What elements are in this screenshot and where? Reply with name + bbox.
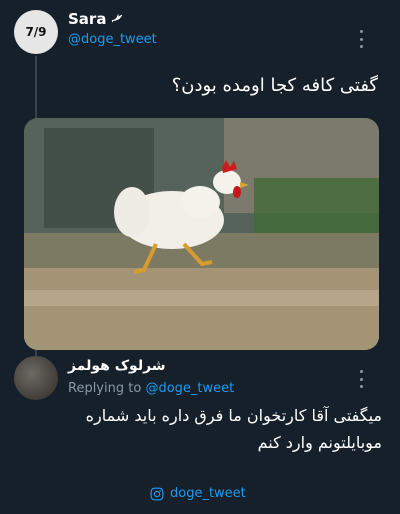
thread-counter: 7/9: [25, 25, 47, 39]
running-chicken-illustration: [24, 118, 379, 350]
instagram-footer[interactable]: doge_tweet: [150, 486, 246, 501]
tweet-more-options-icon[interactable]: [359, 30, 363, 48]
replying-to-label: Replying to: [68, 381, 146, 396]
tweet-display-name[interactable]: Sara: [68, 10, 106, 28]
instagram-icon: [150, 487, 164, 500]
tweet-media-image[interactable]: [24, 118, 379, 350]
tweet-text: گفتی کافه کجا اومده بودن؟: [171, 75, 378, 96]
reply-text: میگفتی آقا کارتخوان ما فرق داره باید شما…: [85, 406, 382, 452]
replying-to-mention[interactable]: @doge_tweet: [145, 381, 234, 396]
reply-more-options-icon[interactable]: [359, 370, 363, 388]
tweet-handle[interactable]: @doge_tweet: [68, 32, 157, 47]
tweet-author-row: Sara: [68, 10, 124, 28]
instagram-handle: doge_tweet: [170, 486, 246, 501]
reply-avatar[interactable]: [14, 356, 58, 400]
thread-counter-avatar[interactable]: 7/9: [14, 10, 58, 54]
reply-display-name[interactable]: شرلوک هولمز: [68, 358, 166, 374]
dove-icon: [112, 13, 123, 23]
replying-to-line: Replying to @doge_tweet: [68, 381, 234, 396]
